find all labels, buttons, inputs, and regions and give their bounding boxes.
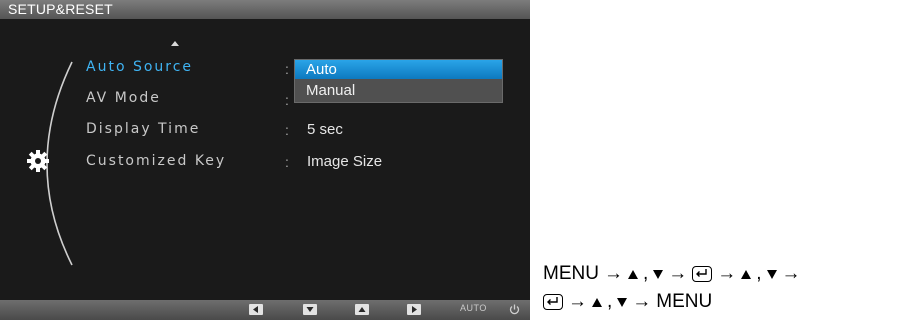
comma-symbol: , [756, 263, 762, 284]
enter-icon [543, 294, 563, 310]
menu-colon: : [285, 122, 289, 138]
power-icon[interactable] [508, 303, 521, 316]
display-time-value: 5 sec [307, 121, 343, 138]
arrow-symbol: → [781, 263, 801, 284]
left-arrow-icon[interactable] [249, 304, 263, 315]
menu-colon: : [285, 154, 289, 170]
dropdown-option-manual[interactable]: Manual [295, 81, 502, 100]
menu-colon: : [285, 92, 289, 108]
instruction-line-1: MENU → , → → , → [543, 263, 801, 285]
osd-title: SETUP&RESET [0, 0, 530, 19]
menu-text: MENU [656, 291, 713, 312]
enter-icon [692, 266, 713, 282]
instruction-line-2: → , → MENU [543, 291, 712, 313]
menu-item-av-mode[interactable]: AV Mode [86, 90, 161, 106]
down-triangle-icon [653, 269, 664, 279]
comma-symbol: , [607, 291, 613, 312]
up-triangle-icon [741, 269, 752, 279]
right-arrow-icon[interactable] [407, 304, 421, 315]
osd-menu-panel: SETUP&RESET Auto Source : AV Mode : Disp… [0, 0, 530, 320]
osd-button-bar: AUTO [0, 300, 530, 320]
scroll-up-arrow-icon[interactable] [171, 41, 179, 46]
down-triangle-icon [766, 269, 777, 279]
menu-text: MENU [543, 263, 599, 284]
arrow-symbol: → [568, 291, 587, 312]
comma-symbol: , [642, 263, 649, 284]
arrow-symbol: → [632, 291, 652, 312]
menu-colon: : [285, 61, 289, 77]
gear-icon [27, 150, 49, 172]
arrow-symbol: → [603, 263, 623, 284]
menu-item-auto-source[interactable]: Auto Source [86, 59, 193, 75]
down-arrow-icon[interactable] [303, 304, 317, 315]
menu-item-display-time[interactable]: Display Time [86, 121, 200, 137]
up-triangle-icon [592, 297, 602, 307]
auto-source-dropdown[interactable]: Auto Manual [294, 59, 503, 103]
up-arrow-icon[interactable] [355, 304, 369, 315]
menu-item-customized-key[interactable]: Customized Key [86, 153, 226, 169]
customized-key-value: Image Size [307, 153, 383, 170]
arrow-symbol: → [668, 263, 688, 284]
dropdown-option-auto[interactable]: Auto [295, 60, 502, 79]
up-triangle-icon [627, 269, 638, 279]
down-triangle-icon [617, 297, 628, 307]
auto-button[interactable]: AUTO [460, 303, 487, 313]
arrow-symbol: → [717, 263, 737, 284]
